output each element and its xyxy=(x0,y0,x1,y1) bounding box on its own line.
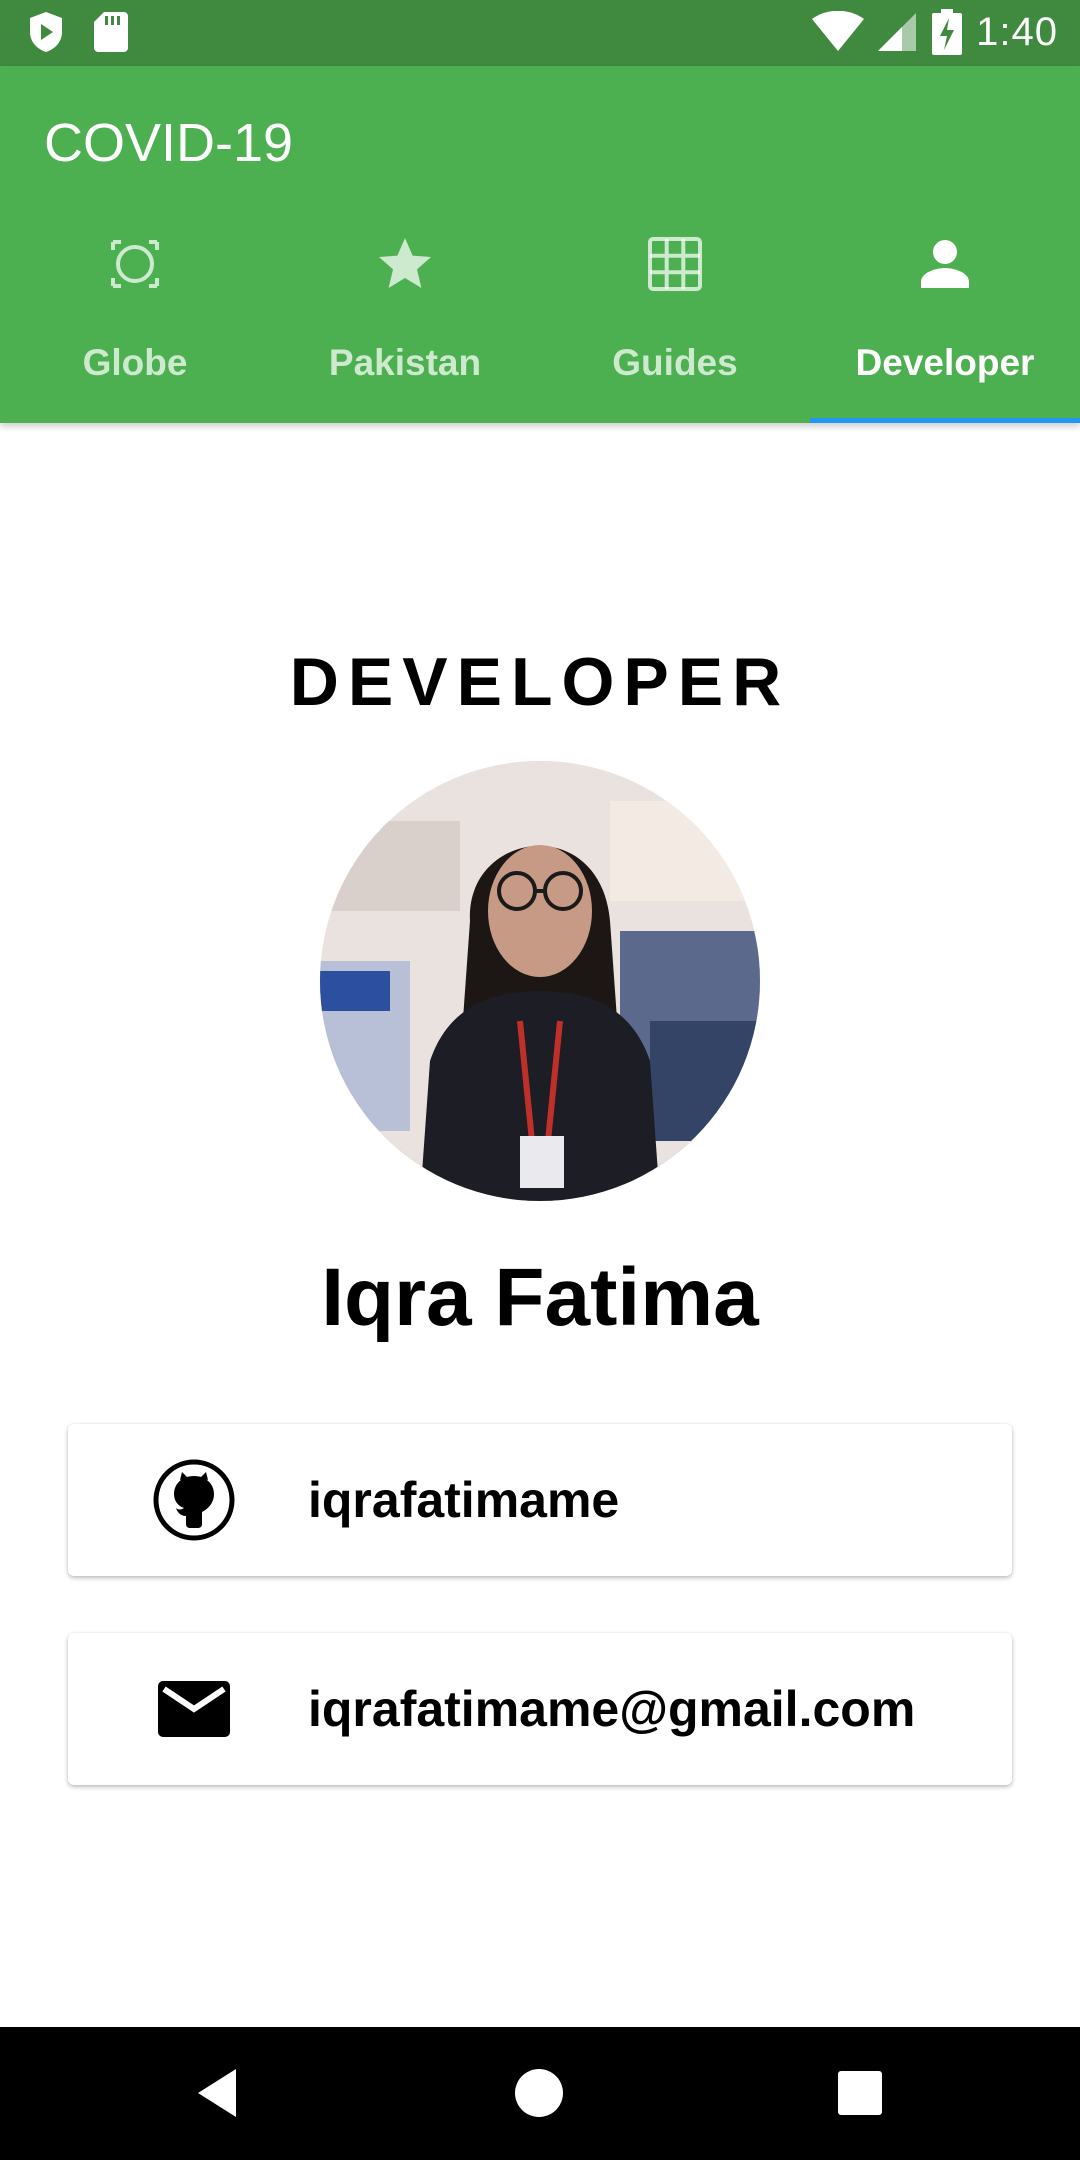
github-card[interactable]: iqrafatimame xyxy=(68,1424,1012,1576)
tab-bar: Globe Pakistan Guides Developer xyxy=(0,234,1080,423)
home-icon[interactable] xyxy=(509,2063,569,2123)
tab-label: Pakistan xyxy=(328,342,482,383)
github-username: iqrafatimame xyxy=(308,1472,620,1528)
navigation-bar xyxy=(0,2027,1080,2160)
app-bar: COVID-19 Globe Pakistan Guides Developer xyxy=(0,66,1080,423)
grid-icon xyxy=(648,237,702,291)
recents-icon[interactable] xyxy=(830,2063,890,2123)
email-address: iqrafatimame@gmail.com xyxy=(308,1681,916,1737)
developer-name: Iqra Fatima xyxy=(321,1252,759,1343)
app-title: COVID-19 xyxy=(44,113,294,173)
tab-label: Globe xyxy=(82,342,188,383)
globe-icon xyxy=(111,240,159,288)
tab-label: Developer xyxy=(855,342,1035,383)
tab-label: Guides xyxy=(612,342,738,383)
developer-avatar xyxy=(320,761,760,1201)
tab-developer[interactable]: Developer xyxy=(810,234,1080,423)
email-icon xyxy=(158,1681,230,1737)
back-icon[interactable] xyxy=(190,2063,250,2123)
status-bar: 1:40 xyxy=(0,0,1080,66)
sd-card-icon xyxy=(94,12,128,52)
shield-icon xyxy=(30,12,62,52)
tab-globe[interactable]: Globe xyxy=(0,234,270,423)
github-icon xyxy=(153,1459,235,1541)
battery-charging-icon xyxy=(932,9,963,55)
status-time: 1:40 xyxy=(976,10,1058,54)
tab-pakistan[interactable]: Pakistan xyxy=(270,234,540,423)
email-card[interactable]: iqrafatimame@gmail.com xyxy=(68,1633,1012,1785)
section-title: DEVELOPER xyxy=(289,644,791,720)
person-icon xyxy=(921,240,969,288)
star-icon xyxy=(379,238,431,288)
developer-photo xyxy=(320,761,760,1201)
developer-page: DEVELOPER Iqra Fatima iqrafatimame iqraf… xyxy=(0,423,1080,2027)
tab-guides[interactable]: Guides xyxy=(540,234,810,423)
signal-icon xyxy=(878,13,917,51)
wifi-icon xyxy=(812,11,865,51)
